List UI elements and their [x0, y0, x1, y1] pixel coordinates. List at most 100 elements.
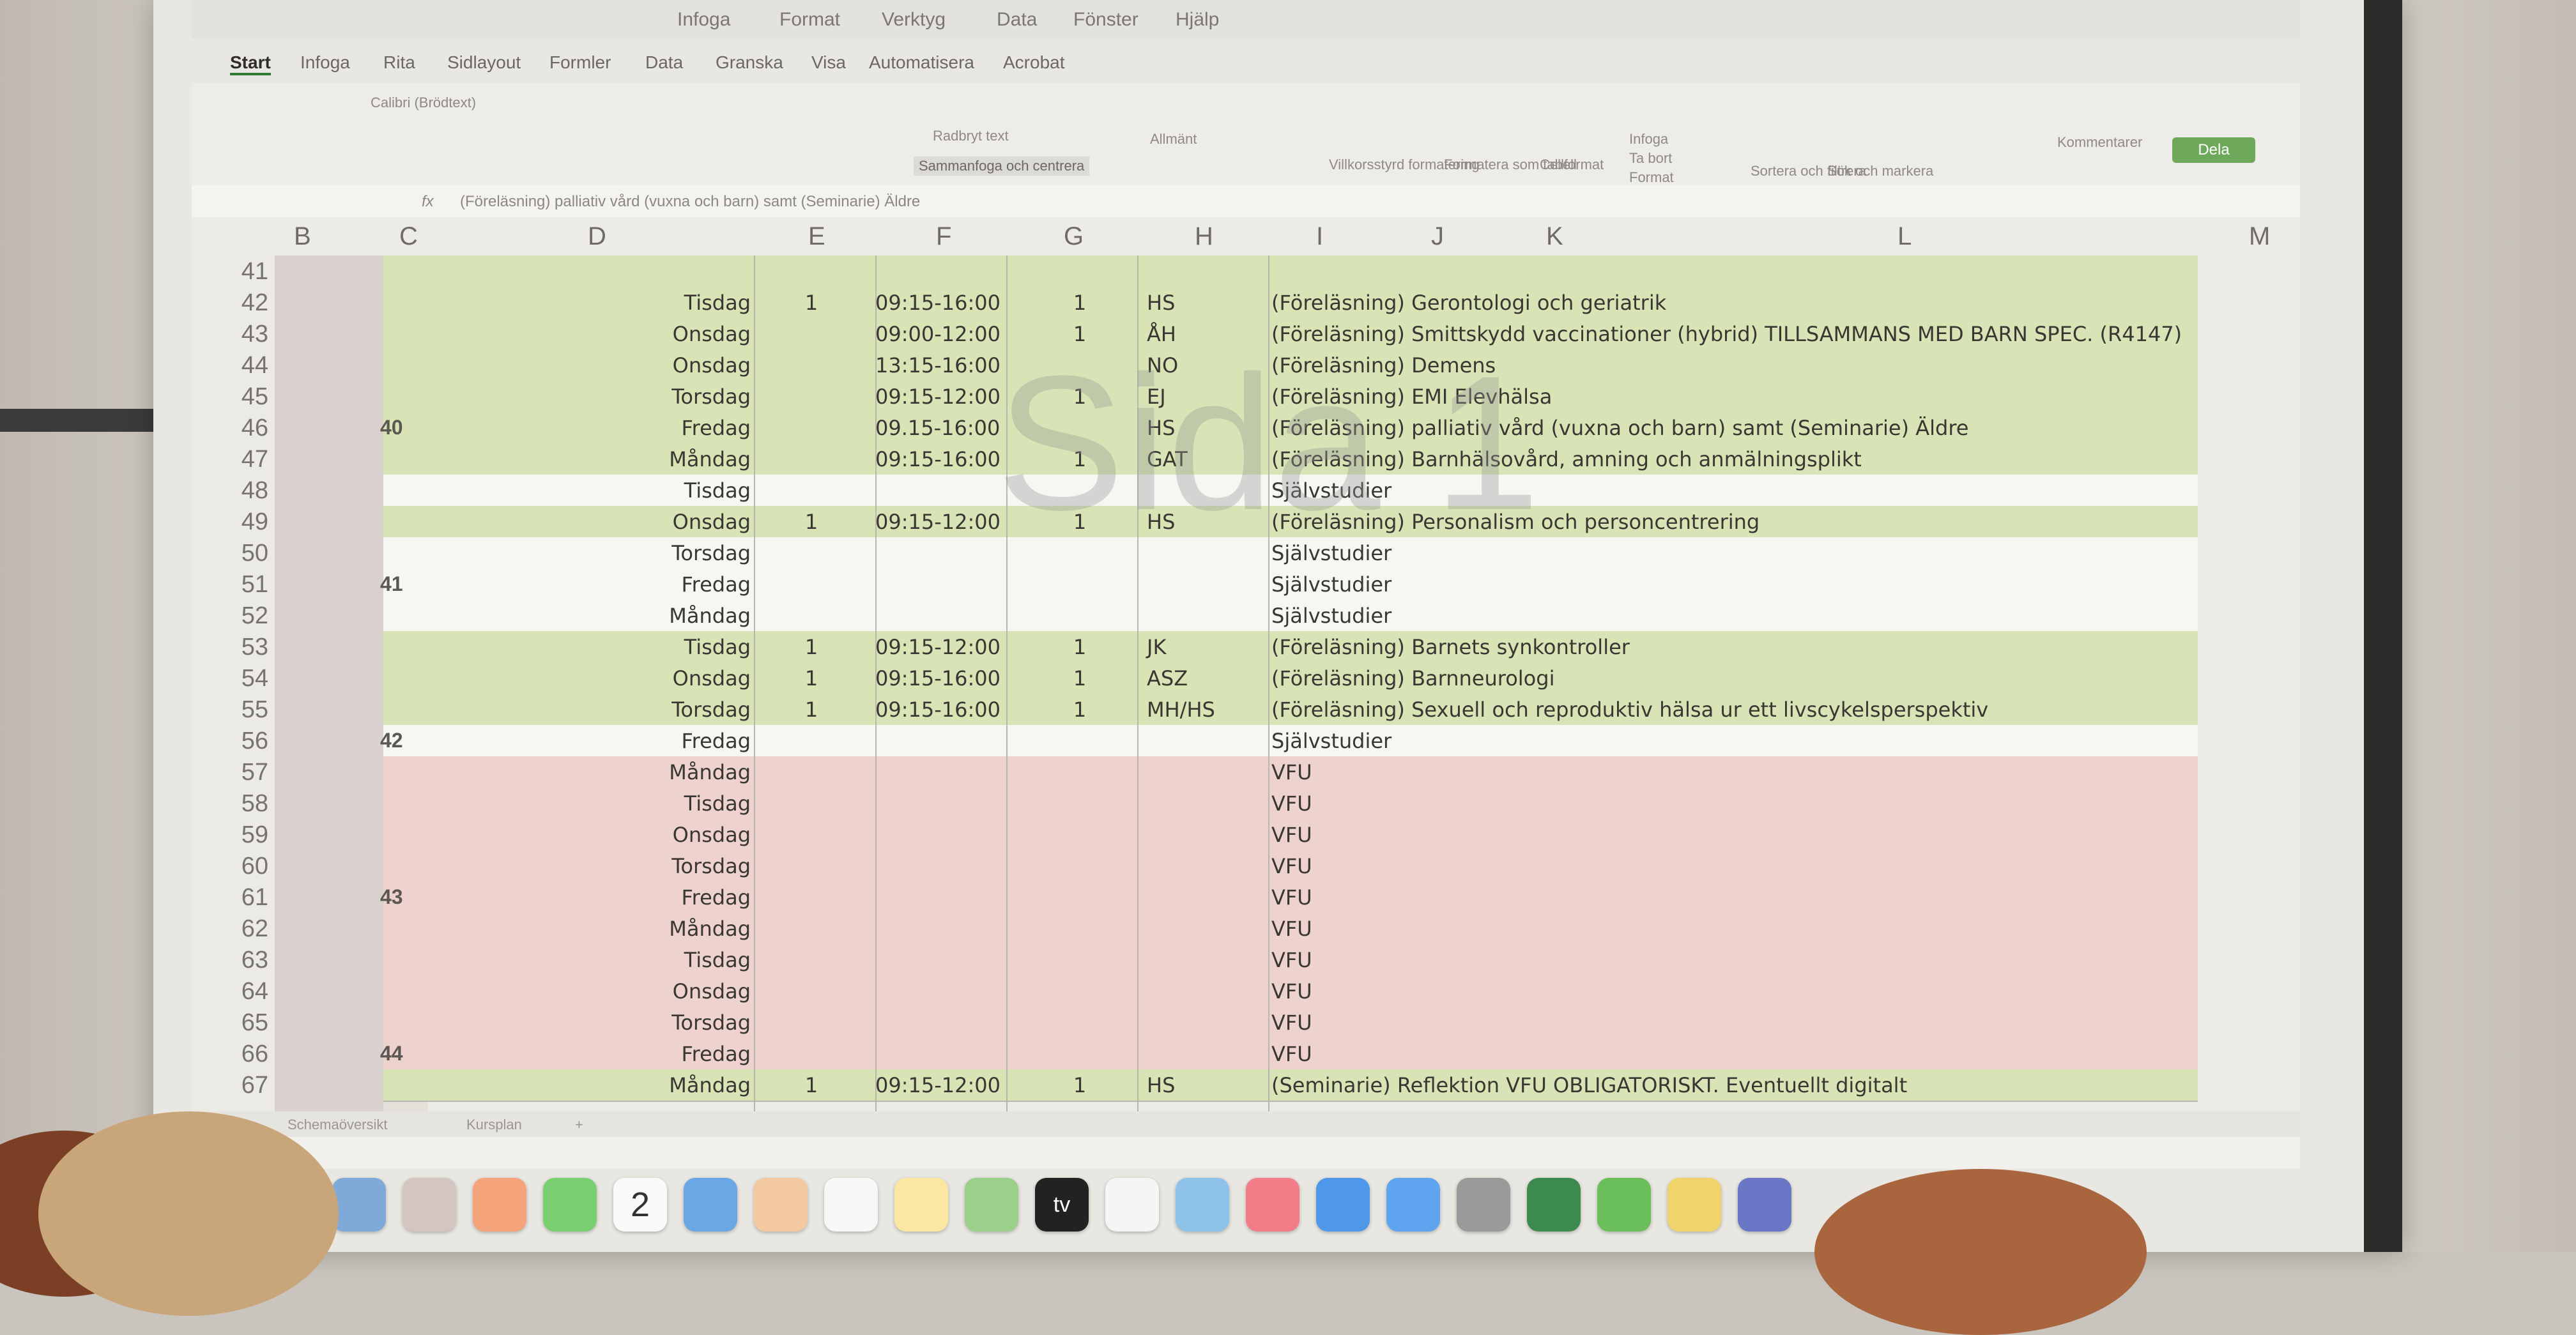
format-cells-button[interactable]: Format [1629, 169, 1674, 186]
tab-sidlayout[interactable]: Sidlayout [447, 52, 521, 73]
music-icon[interactable] [1246, 1178, 1300, 1232]
facetime-icon[interactable] [543, 1178, 597, 1232]
tab-start[interactable]: Start [230, 52, 271, 75]
row-number[interactable]: 66 [192, 1041, 268, 1068]
calendar-icon[interactable]: 2 [613, 1178, 667, 1232]
row-number[interactable]: 58 [192, 790, 268, 818]
column-header[interactable]: M [2249, 222, 2270, 251]
activity-cell[interactable]: VFU [1271, 1042, 2191, 1066]
activity-cell[interactable]: VFU [1271, 917, 2191, 941]
column-header[interactable]: L [1897, 222, 1912, 251]
count-cell[interactable]: 1 [792, 510, 831, 534]
keynote-icon[interactable] [1176, 1178, 1229, 1232]
column-header[interactable]: J [1431, 222, 1444, 251]
table-row[interactable]: Onsdag VFU [383, 819, 2198, 851]
activity-cell[interactable]: (Föreläsning) Barnets synkontroller [1271, 635, 2191, 659]
day-cell[interactable]: Onsdag [383, 322, 751, 346]
column-header[interactable]: H [1195, 222, 1213, 251]
day-cell[interactable]: Fredag [383, 416, 751, 440]
column-header[interactable]: D [588, 222, 606, 251]
delete-cells-button[interactable]: Ta bort [1629, 150, 1672, 167]
row-number[interactable]: 42 [192, 289, 268, 317]
column-header[interactable]: I [1316, 222, 1323, 251]
table-row[interactable]: Tisdag 1 09:15-12:00 1 JK (Föreläsning) Barne… [383, 631, 2198, 664]
activity-cell[interactable]: VFU [1271, 823, 2191, 847]
number-format-select[interactable]: Allmänt [1150, 131, 1197, 148]
day-cell[interactable]: Fredag [383, 885, 751, 910]
menu-item[interactable]: Hjälp [1176, 9, 1219, 31]
day-cell[interactable]: Torsdag [383, 541, 751, 565]
day-cell[interactable]: Torsdag [383, 385, 751, 409]
menu-item[interactable]: Infoga [677, 9, 730, 31]
find-select-button[interactable]: Sök och markera [1827, 163, 1933, 179]
activity-cell[interactable]: (Föreläsning) Gerontologi och geriatrik [1271, 291, 2191, 315]
teacher-cell[interactable]: HS [1147, 291, 1236, 315]
row-number[interactable]: 59 [192, 821, 268, 849]
activity-cell[interactable]: VFU [1271, 885, 2191, 910]
table-row[interactable]: Måndag 1 09:15-12:00 1 HS (Seminarie) Reflekt… [383, 1069, 2198, 1102]
row-number[interactable]: 47 [192, 446, 268, 473]
column-header[interactable]: B [294, 222, 311, 251]
row-number[interactable]: 61 [192, 884, 268, 912]
table-row[interactable]: Fredag VFU [383, 881, 2198, 914]
row-number[interactable]: 63 [192, 947, 268, 974]
menu-item[interactable]: Format [779, 9, 840, 31]
day-cell[interactable]: Måndag [383, 604, 751, 628]
activity-cell[interactable]: VFU [1271, 948, 2191, 972]
flag-cell[interactable]: 1 [1061, 635, 1099, 659]
table-row[interactable]: Torsdag VFU [383, 1007, 2198, 1039]
row-number[interactable]: 62 [192, 915, 268, 943]
flag-cell[interactable]: 1 [1061, 698, 1099, 722]
flag-cell[interactable]: 1 [1061, 1073, 1099, 1097]
day-cell[interactable]: Torsdag [383, 854, 751, 878]
activity-cell[interactable]: VFU [1271, 791, 2191, 816]
tab-automatisera[interactable]: Automatisera [869, 52, 974, 73]
day-cell[interactable]: Tisdag [383, 291, 751, 315]
table-row[interactable]: Tisdag 1 09:15-16:00 1 HS (Föreläsning) Geron… [383, 287, 2198, 319]
activity-cell[interactable]: VFU [1271, 760, 2191, 784]
menu-item[interactable]: Fönster [1073, 9, 1138, 31]
row-number[interactable]: 55 [192, 696, 268, 724]
sheet-tab[interactable]: Schemaöversikt [288, 1117, 388, 1133]
cell-styles-button[interactable]: Cellformat [1540, 156, 1604, 173]
tab-infoga[interactable]: Infoga [300, 52, 350, 73]
day-cell[interactable]: Onsdag [383, 666, 751, 690]
table-row[interactable]: Måndag Självstudier [383, 600, 2198, 632]
time-cell[interactable]: 09:15-16:00 [875, 666, 1041, 690]
row-number[interactable]: 48 [192, 477, 268, 505]
time-cell[interactable]: 09:15-12:00 [875, 635, 1041, 659]
chrome-icon[interactable] [1667, 1178, 1721, 1232]
row-number[interactable]: 44 [192, 352, 268, 379]
safari-icon[interactable] [684, 1178, 737, 1232]
day-cell[interactable]: Måndag [383, 760, 751, 784]
time-cell[interactable]: 09:15-16:00 [875, 291, 1041, 315]
row-number[interactable]: 67 [192, 1072, 268, 1099]
table-row[interactable]: Tisdag VFU [383, 788, 2198, 820]
row-number[interactable]: 50 [192, 540, 268, 567]
wrap-text-button[interactable]: Radbryt text [933, 128, 1009, 144]
files-icon[interactable] [1316, 1178, 1370, 1232]
day-cell[interactable]: Måndag [383, 447, 751, 471]
column-header[interactable]: K [1546, 222, 1563, 251]
row-number[interactable]: 41 [192, 258, 268, 286]
podcasts-icon[interactable] [1105, 1178, 1159, 1232]
day-cell[interactable]: Måndag [383, 917, 751, 941]
lock-icon[interactable] [1597, 1178, 1651, 1232]
table-row[interactable] [383, 256, 2198, 288]
row-number[interactable]: 46 [192, 415, 268, 442]
activity-cell[interactable]: VFU [1271, 1011, 2191, 1035]
activity-cell[interactable]: VFU [1271, 979, 2191, 1003]
table-row[interactable]: Fredag Självstudier [383, 568, 2198, 601]
count-cell[interactable]: 1 [792, 635, 831, 659]
row-number[interactable]: 45 [192, 383, 268, 411]
excel-icon[interactable] [1527, 1178, 1581, 1232]
teacher-cell[interactable]: ASZ [1147, 666, 1236, 690]
time-cell[interactable]: 09:15-12:00 [875, 1073, 1041, 1097]
settings-icon[interactable] [1457, 1178, 1510, 1232]
day-cell[interactable]: Fredag [383, 572, 751, 597]
day-cell[interactable]: Tisdag [383, 635, 751, 659]
day-cell[interactable]: Måndag [383, 1073, 751, 1097]
tab-formler[interactable]: Formler [549, 52, 611, 73]
row-number[interactable]: 51 [192, 571, 268, 599]
menu-item[interactable]: Data [997, 9, 1037, 31]
